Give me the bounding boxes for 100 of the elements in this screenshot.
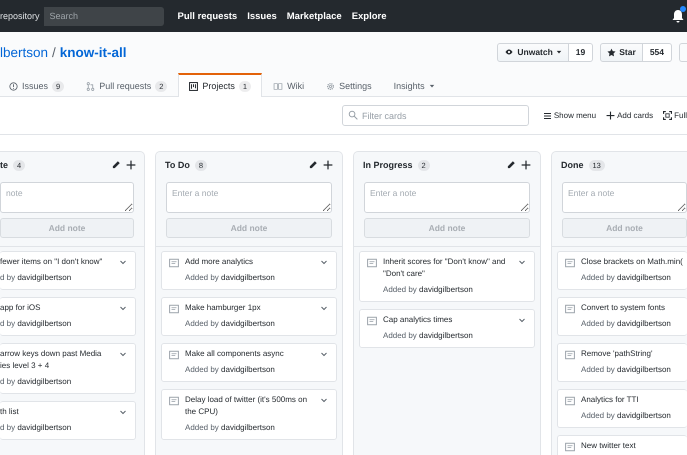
author-link[interactable]: davidgilbertson bbox=[221, 423, 275, 432]
pencil-icon bbox=[308, 160, 318, 170]
added-by-label: Added by bbox=[383, 331, 417, 340]
note-card[interactable]: Convert to system fonts Added by davidgilbertson bbox=[557, 297, 687, 336]
caret-icon bbox=[556, 49, 562, 55]
note-icon bbox=[565, 258, 575, 268]
column-title: Done bbox=[561, 160, 584, 170]
author-link[interactable]: davidgilbertson bbox=[221, 273, 275, 282]
card-title: Make all components async bbox=[185, 348, 285, 360]
author-link[interactable]: davidgilbertson bbox=[221, 319, 275, 328]
star-icon bbox=[607, 48, 616, 56]
note-icon bbox=[565, 442, 575, 452]
toolbar-action-link[interactable]: Add cards bbox=[606, 111, 654, 120]
repo-tab[interactable]: Settings bbox=[315, 73, 383, 97]
added-by-label: Added by bbox=[581, 365, 615, 374]
added-by-label: Added by bbox=[185, 365, 219, 374]
note-field[interactable]: note bbox=[0, 182, 134, 213]
note-field[interactable]: Enter a note bbox=[364, 182, 530, 213]
issue-icon bbox=[9, 82, 18, 90]
author-link[interactable]: davidgilbertson bbox=[221, 365, 275, 374]
watch-button[interactable]: Unwatch bbox=[497, 42, 569, 62]
nav-link[interactable]: Pull requests bbox=[178, 10, 238, 22]
card-title: New twitter text bbox=[581, 440, 637, 452]
author-link[interactable]: davidgilbertson bbox=[617, 411, 671, 420]
added-by-label: d by bbox=[0, 423, 16, 432]
plus-icon bbox=[606, 111, 616, 120]
nav-link[interactable]: Explore bbox=[352, 10, 387, 22]
filter-cards-field[interactable]: Filter cards bbox=[342, 105, 529, 126]
repo-tab[interactable]: Insights bbox=[382, 73, 446, 97]
card-title: Remove 'pathString' bbox=[581, 348, 654, 360]
repo-owner-link[interactable]: lbertson bbox=[0, 44, 48, 60]
search-field[interactable]: Search bbox=[44, 6, 164, 26]
added-by-label: Added by bbox=[185, 273, 219, 282]
note-card[interactable]: Analytics for TTI Added by davidgilbertson bbox=[557, 389, 687, 428]
chevron-down-icon bbox=[119, 408, 127, 416]
fullscreen-icon bbox=[663, 111, 672, 120]
added-by-label: Added by bbox=[581, 319, 615, 328]
note-card[interactable]: Delay load of twitter (it's 500ms on the CPU) Added by davidgilbertson bbox=[161, 389, 337, 440]
note-card[interactable]: Make hamburger 1px Added by davidgilbertson bbox=[161, 297, 337, 336]
nav-link[interactable]: Issues bbox=[247, 10, 277, 22]
author-link[interactable]: davidgilbertson bbox=[17, 273, 72, 282]
menu-icon bbox=[542, 112, 552, 120]
author-link[interactable]: davidgilbertson bbox=[419, 331, 473, 340]
author-link[interactable]: davidgilbertson bbox=[419, 285, 473, 294]
stars-count[interactable]: 554 bbox=[642, 42, 672, 62]
note-card[interactable]: Make all components async Added by davidgilbertson bbox=[161, 343, 337, 382]
project-board-icon bbox=[189, 82, 198, 90]
note-card[interactable]: fewer items on "I don't know" d by davidgilbertson bbox=[0, 251, 136, 290]
note-card[interactable]: Inherit scores for "Don't know" and "Don't care" Added by davidgilbertson bbox=[359, 251, 535, 302]
plus-icon bbox=[323, 160, 333, 170]
added-by-label: d by bbox=[0, 377, 16, 386]
card-title: Inherit scores for "Don't know" and "Don't care" bbox=[383, 256, 506, 280]
search-scope-label: repository bbox=[0, 11, 41, 21]
card-title: Delay load of twitter (it's 500ms on the CPU) bbox=[185, 394, 308, 418]
card-title: Analytics for TTI bbox=[581, 394, 640, 406]
card-title: Cap analytics times bbox=[383, 314, 454, 326]
column-title: In Progress bbox=[363, 160, 413, 170]
note-card[interactable]: New twitter text bbox=[557, 435, 687, 455]
author-link[interactable]: davidgilbertson bbox=[17, 423, 72, 432]
chevron-down-icon bbox=[518, 258, 526, 266]
chevron-down-icon bbox=[518, 316, 526, 324]
note-card[interactable]: Remove 'pathString' Added by davidgilbertson bbox=[557, 343, 687, 382]
note-card[interactable]: th list d by davidgilbertson bbox=[0, 401, 136, 440]
added-by-label: Added by bbox=[581, 273, 615, 282]
pencil-icon bbox=[506, 160, 516, 170]
toolbar-action-link[interactable]: Show menu bbox=[542, 111, 596, 120]
note-field[interactable]: Enter a note bbox=[562, 182, 687, 213]
note-field[interactable]: Enter a note bbox=[166, 182, 332, 213]
book-icon bbox=[273, 82, 284, 90]
toolbar-action-link[interactable]: Full bbox=[663, 111, 687, 120]
note-card[interactable]: Add more analytics Added by davidgilbertson bbox=[161, 251, 337, 290]
note-icon bbox=[169, 258, 179, 268]
author-link[interactable]: davidgilbertson bbox=[617, 273, 671, 282]
added-by-label: d by bbox=[0, 273, 16, 282]
column-title: To Do bbox=[165, 160, 190, 170]
author-link[interactable]: davidgilbertson bbox=[617, 319, 671, 328]
repo-name-link[interactable]: know-it-all bbox=[60, 44, 127, 60]
star-button[interactable]: Star bbox=[600, 42, 643, 62]
note-card[interactable]: Close brackets on Math.min( Added by davidgilbertson bbox=[557, 251, 687, 290]
notification-bell-icon[interactable] bbox=[672, 9, 684, 23]
eye-icon bbox=[504, 48, 514, 56]
author-link[interactable]: davidgilbertson bbox=[17, 377, 72, 386]
note-card[interactable]: app for iOS d by davidgilbertson bbox=[0, 297, 136, 336]
note-icon bbox=[367, 258, 377, 268]
author-link[interactable]: davidgilbertson bbox=[17, 319, 72, 328]
added-by-label: Added by bbox=[185, 319, 219, 328]
card-title: fewer items on "I don't know" bbox=[0, 256, 104, 268]
chevron-down-icon bbox=[320, 350, 328, 358]
card-title: Make hamburger 1px bbox=[185, 302, 262, 314]
note-card[interactable]: Cap analytics times Added by davidgilbertson bbox=[359, 309, 535, 348]
plus-icon bbox=[521, 160, 531, 170]
card-title: Convert to system fonts bbox=[581, 302, 666, 314]
note-icon bbox=[565, 304, 575, 314]
chevron-down-icon bbox=[320, 258, 328, 266]
card-title: app for iOS bbox=[0, 302, 42, 314]
repo-tab[interactable]: Wiki bbox=[262, 73, 316, 97]
nav-link[interactable]: Marketplace bbox=[286, 10, 342, 22]
author-link[interactable]: davidgilbertson bbox=[617, 365, 671, 374]
watchers-count[interactable]: 19 bbox=[568, 42, 594, 62]
note-card[interactable]: arrow keys down past Media ies level 3 + 4 d by davidgilbertson bbox=[0, 343, 136, 394]
